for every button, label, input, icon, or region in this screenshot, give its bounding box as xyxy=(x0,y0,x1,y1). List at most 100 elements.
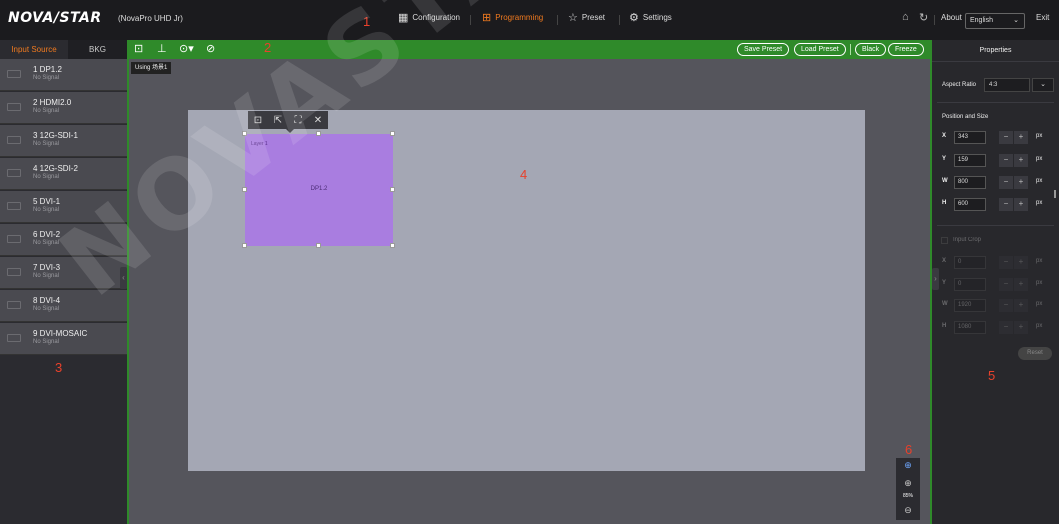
port-icon xyxy=(7,235,21,243)
zoom-out-icon[interactable]: ⊖ xyxy=(896,505,920,516)
resize-handle[interactable] xyxy=(242,187,247,192)
source-name: 5 DVI-1 xyxy=(33,197,61,206)
using-preset-label: Using 场景1 xyxy=(131,62,172,74)
home-icon[interactable]: ⌂ xyxy=(902,11,909,23)
unit-label: px xyxy=(1036,178,1043,184)
layers-icon[interactable]: ⊥ xyxy=(157,42,167,55)
minus-icon[interactable]: − xyxy=(999,299,1013,312)
tab-bkg[interactable]: BKG xyxy=(68,40,127,59)
field-label: W xyxy=(942,301,948,307)
divider xyxy=(934,15,935,25)
zoom-in-icon[interactable]: ⊕ xyxy=(896,478,920,489)
scrollbar[interactable] xyxy=(1054,190,1056,198)
minus-icon[interactable]: − xyxy=(999,256,1013,269)
resize-handle[interactable] xyxy=(242,243,247,248)
plus-icon[interactable]: + xyxy=(1014,176,1028,189)
move-layer-icon[interactable]: ⇱ xyxy=(268,115,288,126)
layer-window[interactable]: Layer 1 DP1.2 xyxy=(245,134,393,246)
plus-icon[interactable]: + xyxy=(1014,321,1028,334)
language-select[interactable]: English ⌄ xyxy=(965,13,1025,29)
zoom-controls: ⊕ ⊕ 85% ⊖ xyxy=(896,458,920,520)
field-label: Y xyxy=(942,156,947,162)
screen-select-icon[interactable]: ⊙▾ xyxy=(179,42,194,55)
source-item[interactable]: 4 12G-SDI-2 No Signal xyxy=(0,158,127,190)
collapse-right-panel-button[interactable]: › xyxy=(932,268,939,290)
minus-icon[interactable]: − xyxy=(999,198,1013,211)
source-item[interactable]: 5 DVI-1 No Signal xyxy=(0,191,127,223)
tab-input-source[interactable]: Input Source xyxy=(0,40,68,59)
about-link[interactable]: About xyxy=(941,13,962,22)
unlock-layer-icon[interactable]: ⊡ xyxy=(248,115,268,126)
fit-screen-icon[interactable]: ⊕ xyxy=(896,460,920,471)
close-icon[interactable]: ✕ xyxy=(308,115,328,126)
plus-icon[interactable]: + xyxy=(1014,278,1028,291)
nav-settings[interactable]: ⚙ Settings xyxy=(629,12,672,23)
nav-programming[interactable]: ⊞ Programming xyxy=(482,11,543,24)
fullscreen-layer-icon[interactable]: ⛶ xyxy=(288,115,308,126)
clear-icon[interactable]: ⊘ xyxy=(206,42,215,55)
size-w-row: W 800 − + px xyxy=(942,176,1054,189)
minus-icon[interactable]: − xyxy=(999,131,1013,144)
source-item[interactable]: 6 DVI-2 No Signal xyxy=(0,224,127,256)
crop-y-input[interactable]: 0 xyxy=(954,278,986,291)
input-source-panel: Input Source BKG 1 DP1.2 No Signal 2 HDM… xyxy=(0,40,127,524)
callout-6: 6 xyxy=(905,442,913,457)
layout-icon: ⊞ xyxy=(482,11,492,24)
freeze-button[interactable]: Freeze xyxy=(888,43,924,56)
source-item[interactable]: 8 DVI-4 No Signal xyxy=(0,290,127,322)
crop-width-input[interactable]: 1920 xyxy=(954,299,986,312)
source-item[interactable]: 1 DP1.2 No Signal xyxy=(0,59,127,91)
load-preset-button[interactable]: Load Preset xyxy=(794,43,846,56)
resize-handle[interactable] xyxy=(390,187,395,192)
resize-handle[interactable] xyxy=(390,243,395,248)
minus-icon[interactable]: − xyxy=(999,321,1013,334)
save-preset-button[interactable]: Save Preset xyxy=(737,43,790,56)
toolbar-pointer xyxy=(286,129,294,133)
nav-configuration[interactable]: ▦ Configuration xyxy=(398,12,460,23)
minus-icon[interactable]: − xyxy=(999,278,1013,291)
field-label: H xyxy=(942,323,947,329)
source-item[interactable]: 3 12G-SDI-1 No Signal xyxy=(0,125,127,157)
nav-divider xyxy=(619,15,620,25)
plus-icon[interactable]: + xyxy=(1014,299,1028,312)
chevron-down-icon[interactable]: ⌄ xyxy=(1032,78,1054,92)
plus-icon[interactable]: + xyxy=(1014,256,1028,269)
input-crop-checkbox[interactable] xyxy=(941,237,948,244)
x-input[interactable]: 343 xyxy=(954,131,986,144)
screen-toolbar: ⊡ ⊥ ⊙▾ ⊘ 2 Save Preset Load Preset Black… xyxy=(127,40,932,59)
y-input[interactable]: 159 xyxy=(954,154,986,167)
resize-handle[interactable] xyxy=(390,131,395,136)
source-name: 9 DVI-MOSAIC xyxy=(33,329,88,338)
plus-icon[interactable]: + xyxy=(1014,198,1028,211)
size-h-row: H 600 − + px xyxy=(942,198,1054,211)
nav-preset-label: Preset xyxy=(581,13,605,22)
source-item[interactable]: 7 DVI-3 No Signal xyxy=(0,257,127,289)
height-input[interactable]: 600 xyxy=(954,198,986,211)
plus-icon[interactable]: + xyxy=(1014,154,1028,167)
plus-icon[interactable]: + xyxy=(1014,131,1028,144)
width-input[interactable]: 800 xyxy=(954,176,986,189)
source-item[interactable]: 9 DVI-MOSAIC No Signal xyxy=(0,323,127,355)
source-item[interactable]: 2 HDMI2.0 No Signal xyxy=(0,92,127,124)
source-status: No Signal xyxy=(33,306,60,312)
reset-button[interactable]: Reset xyxy=(1018,347,1052,360)
resize-handle[interactable] xyxy=(242,131,247,136)
aspect-ratio-select[interactable]: 4:3 xyxy=(984,78,1030,92)
unlock-icon[interactable]: ⊡ xyxy=(134,42,143,55)
resize-handle[interactable] xyxy=(316,243,321,248)
black-button[interactable]: Black xyxy=(855,43,887,56)
minus-icon[interactable]: − xyxy=(999,154,1013,167)
callout-5: 5 xyxy=(988,368,996,383)
resize-handle[interactable] xyxy=(316,131,321,136)
port-icon xyxy=(7,136,21,144)
crop-x-input[interactable]: 0 xyxy=(954,256,986,269)
nav-preset[interactable]: ☆ Preset xyxy=(568,12,605,23)
properties-title: Properties xyxy=(932,40,1059,62)
refresh-icon[interactable]: ↻ xyxy=(919,11,928,24)
minus-icon[interactable]: − xyxy=(999,176,1013,189)
exit-link[interactable]: Exit xyxy=(1036,13,1049,22)
source-status: No Signal xyxy=(33,75,60,81)
collapse-left-panel-button[interactable]: ‹ xyxy=(120,267,127,289)
crop-height-input[interactable]: 1080 xyxy=(954,321,986,334)
language-value: English xyxy=(970,17,993,24)
